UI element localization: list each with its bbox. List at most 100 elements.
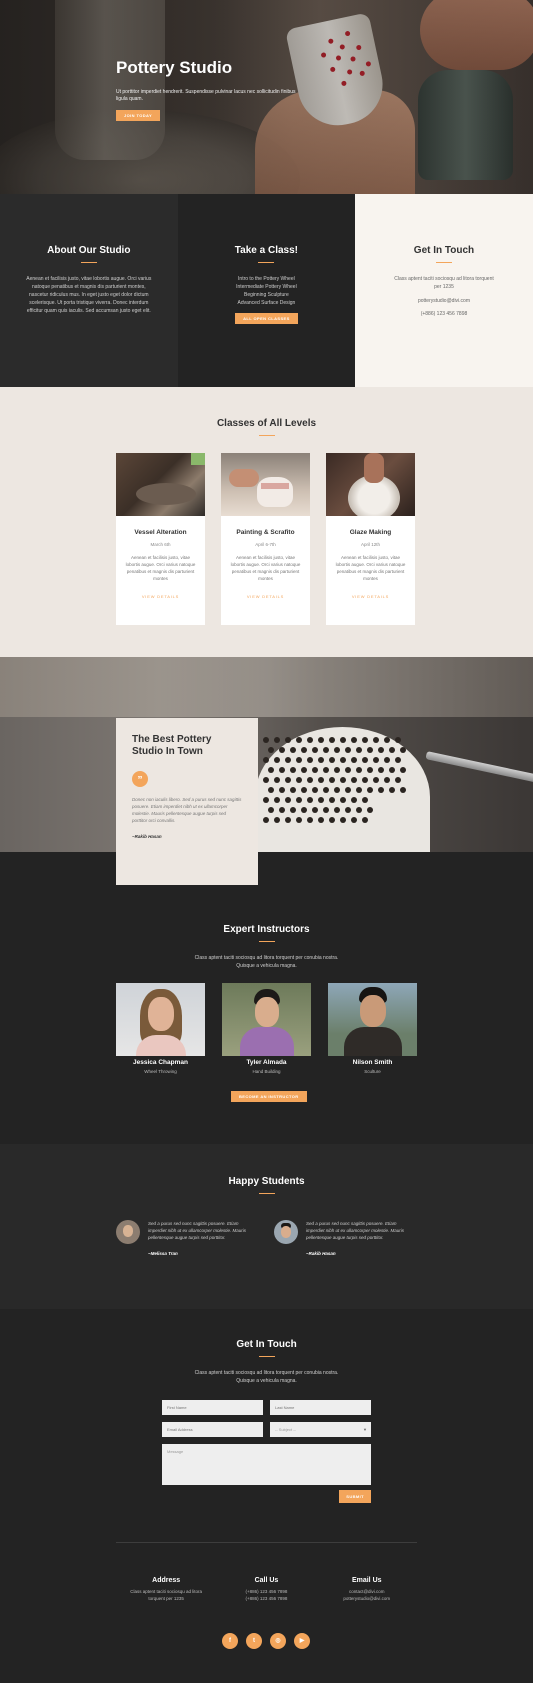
contact-title: Get In Touch	[236, 1339, 297, 1350]
get-in-touch-title: Get In Touch	[413, 245, 475, 256]
quote-text: Donec non iaculis libero. Sed a purus se…	[132, 797, 242, 823]
title-divider	[258, 262, 275, 263]
contact-phone: (+886) 123 456 7898	[420, 311, 468, 317]
card-title: Vessel Alteration	[134, 529, 187, 536]
testimonial-author: ~Melissa Tran	[148, 1251, 178, 1256]
hero-section: Pottery Studio Ut porttitor imperdiet he…	[0, 0, 533, 194]
class-card[interactable]: Painting & Scrafito April 6-7th Aenean e…	[221, 453, 310, 625]
vase-dot	[334, 807, 340, 813]
vase-dot	[323, 767, 329, 773]
vase-dot	[373, 737, 379, 743]
class-card[interactable]: Glaze Making April 12th Aenean et facili…	[326, 453, 415, 625]
instructor-card[interactable]: Tyler Almada Hand Building	[222, 983, 311, 1074]
vase-dot	[307, 757, 313, 763]
email-field[interactable]	[162, 1422, 263, 1437]
vase-dot	[395, 757, 401, 763]
title-divider	[258, 1356, 275, 1357]
vase-dot	[389, 787, 395, 793]
vase-dot	[274, 817, 280, 823]
vase-dot	[301, 747, 307, 753]
message-field[interactable]: Message	[162, 1444, 371, 1485]
hero-text: Ut porttitor imperdiet hendrerit. Suspen…	[116, 89, 296, 102]
get-in-touch-text: Class aptent taciti sociosqu ad litora t…	[394, 276, 494, 290]
vase-dot	[318, 777, 324, 783]
painting-scrafito-image	[221, 453, 310, 516]
vase-dot	[274, 737, 280, 743]
class-list-item[interactable]: Intermediate Pottery Wheel	[201, 283, 331, 291]
vase-dot	[389, 767, 395, 773]
vase-dot	[373, 777, 379, 783]
hero-title: Pottery Studio	[116, 58, 233, 77]
join-today-button[interactable]: Join Today	[116, 110, 161, 121]
vase-dot	[351, 817, 357, 823]
vase-dot	[318, 817, 324, 823]
vase-dot	[340, 817, 346, 823]
view-details-link[interactable]: View Details	[116, 594, 205, 599]
quote-background-image	[0, 657, 533, 852]
contact-email[interactable]: potterystudio@divi.com	[379, 297, 509, 305]
footer-divider	[116, 1542, 417, 1543]
youtube-icon[interactable]: ▶	[294, 1633, 310, 1649]
vase-dot	[345, 767, 351, 773]
vase-dot	[279, 807, 285, 813]
submit-button[interactable]: Submit	[339, 1490, 371, 1503]
contact-form: -- Subject -- ▼ Message Submit	[162, 1400, 371, 1503]
first-name-field[interactable]	[162, 1400, 263, 1415]
card-date: March 6th	[150, 542, 171, 547]
vase-dot	[356, 767, 362, 773]
vase-dot	[329, 777, 335, 783]
vase-dot	[345, 807, 351, 813]
instructor-photo	[328, 983, 417, 1056]
quote-title: The Best Pottery Studio In Town	[132, 734, 212, 757]
about-studio-column: About Our Studio Aenean et facilisis jus…	[0, 194, 178, 387]
vase-dot	[301, 767, 307, 773]
testimonial-author: ~Rakib Hasan	[306, 1251, 336, 1256]
vase-dot	[345, 787, 351, 793]
vase-dot	[384, 737, 390, 743]
view-details-link[interactable]: View Details	[221, 594, 310, 599]
twitter-icon[interactable]: t	[246, 1633, 262, 1649]
view-details-link[interactable]: View Details	[326, 594, 415, 599]
testimonial: Sed a purus sed nunc sagittis posuere. E…	[274, 1220, 416, 1256]
vase-dot	[323, 747, 329, 753]
vase-dot	[279, 747, 285, 753]
vase-dot	[296, 757, 302, 763]
testimonial: Sed a purus sed nunc sagittis posuere. E…	[116, 1220, 258, 1256]
last-name-field[interactable]	[270, 1400, 371, 1415]
footer-line[interactable]: potterystudio@divi.com	[317, 1595, 417, 1602]
footer-text: (+886) 123 456 7898 (+886) 123 456 7898	[216, 1588, 316, 1602]
class-list-item[interactable]: Intro to the Pottery Wheel	[201, 275, 331, 283]
tool-image	[425, 751, 533, 783]
vase-dot	[367, 747, 373, 753]
vase-dot	[307, 817, 313, 823]
testimonial-text: Sed a purus sed nunc sagittis posuere. E…	[148, 1221, 247, 1240]
vase-dot	[263, 757, 269, 763]
all-open-classes-button[interactable]: All Open Classes	[235, 313, 298, 324]
vase-dot	[263, 737, 269, 743]
instructor-card[interactable]: Jessica Chapman Wheel Throwing	[116, 983, 205, 1074]
subject-select[interactable]: -- Subject -- ▼	[270, 1422, 371, 1437]
become-instructor-button[interactable]: Become an Instructor	[231, 1091, 307, 1102]
facebook-icon[interactable]: f	[222, 1633, 238, 1649]
class-list-item[interactable]: Beginning Sculpture	[201, 291, 331, 299]
vase-dot	[268, 807, 274, 813]
card-title: Glaze Making	[349, 529, 392, 536]
class-list-item[interactable]: Advanced Surface Design	[201, 299, 331, 307]
footer-title: Call Us	[254, 1577, 279, 1584]
class-card[interactable]: Vessel Alteration March 6th Aenean et fa…	[116, 453, 205, 625]
vase-dot	[290, 807, 296, 813]
instructor-photo	[222, 983, 311, 1056]
page: Pottery Studio Ut porttitor imperdiet he…	[0, 0, 533, 1683]
testimonial-list: Sed a purus sed nunc sagittis posuere. E…	[116, 1220, 416, 1256]
footer-line[interactable]: contact@divi.com	[317, 1588, 417, 1595]
take-class-title: Take a Class!	[234, 245, 298, 256]
vase-dot	[290, 787, 296, 793]
get-in-touch-column: Get In Touch Class aptent taciti sociosq…	[355, 194, 533, 387]
info-section: About Our Studio Aenean et facilisis jus…	[0, 194, 533, 387]
instagram-icon[interactable]: ◎	[270, 1633, 286, 1649]
vase-dot	[356, 747, 362, 753]
footer-text: contact@divi.com potterystudio@divi.com	[317, 1588, 417, 1602]
vase-dot	[329, 737, 335, 743]
instructor-card[interactable]: Nilson Smith Sculture	[328, 983, 417, 1074]
vase-dot	[290, 747, 296, 753]
